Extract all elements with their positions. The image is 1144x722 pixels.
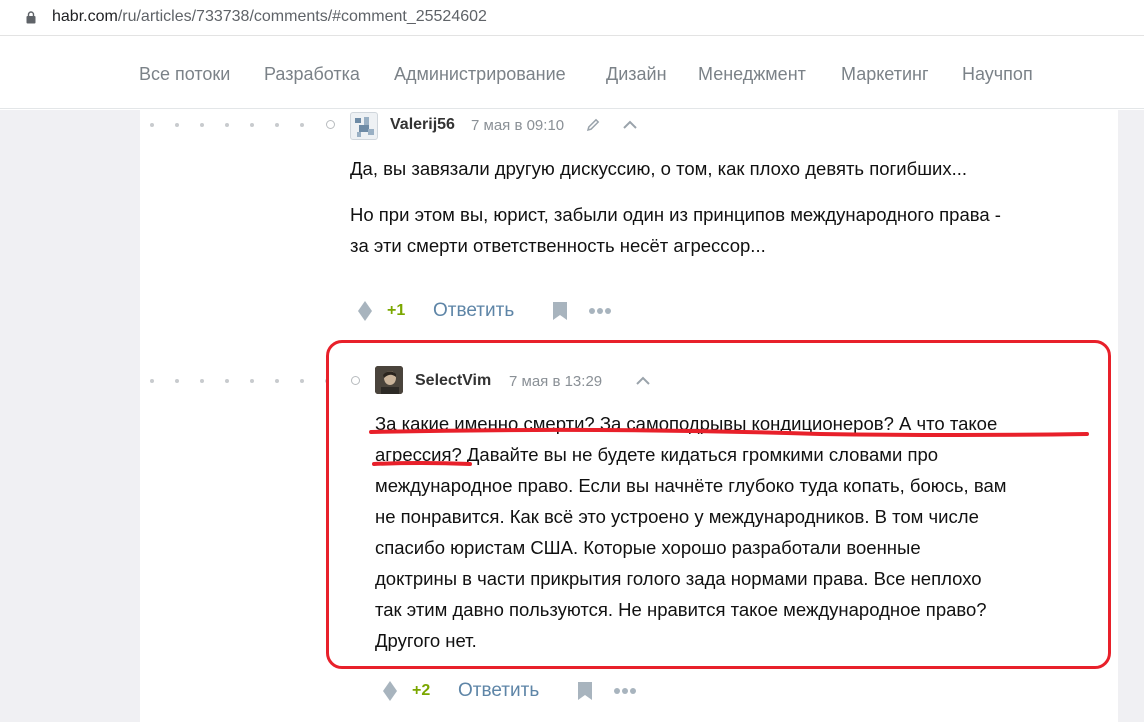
avatar[interactable] [350,112,378,140]
comment-time[interactable]: 7 мая в 09:10 [471,117,564,134]
flows-nav: Все потоки Разработка Администрирование … [0,37,1144,109]
page-gutter-right [1118,110,1144,722]
vote-count: +1 [387,302,406,319]
nav-item-administration[interactable]: Администрирование [394,64,566,85]
url-path: /ru/articles/733738/comments/#comment_25… [117,8,487,25]
vote-diamond-icon[interactable] [357,300,373,322]
nav-item-design[interactable]: Дизайн [606,64,667,85]
edit-pencil-icon[interactable] [585,117,601,133]
chevron-up-icon[interactable] [622,118,638,132]
nav-item-marketing[interactable]: Маркетинг [841,64,929,85]
comment-author[interactable]: Valerij56 [390,116,455,134]
annotation-frame [326,340,1111,669]
robot-avatar-icon [355,117,374,137]
bookmark-icon[interactable] [552,301,568,321]
page-gutter-left [0,110,140,722]
nav-item-all-flows[interactable]: Все потоки [139,64,230,85]
nav-item-development[interactable]: Разработка [264,64,360,85]
comment-paragraph: Да, вы завязали другую дискуссию, о том,… [350,158,968,179]
lock-icon [26,11,36,24]
nav-item-popsci[interactable]: Научпоп [962,64,1033,85]
reply-button[interactable]: Ответить [458,680,539,702]
nav-item-management[interactable]: Менеджмент [698,64,806,85]
more-options-icon[interactable] [613,686,637,696]
address-bar[interactable]: habr.com/ru/articles/733738/comments/#co… [0,0,1144,36]
bookmark-icon[interactable] [577,681,593,701]
reply-button[interactable]: Ответить [433,300,514,322]
comment-paragraph: Но при этом вы, юрист, забыли один из пр… [350,204,1001,225]
more-options-icon[interactable] [588,306,612,316]
url-host: habr.com [52,8,118,25]
url-text[interactable]: habr.com/ru/articles/733738/comments/#co… [52,8,487,26]
comment-paragraph: за эти смерти ответственность несёт агре… [350,235,766,256]
vote-count: +2 [412,682,431,699]
vote-diamond-icon[interactable] [382,680,398,702]
